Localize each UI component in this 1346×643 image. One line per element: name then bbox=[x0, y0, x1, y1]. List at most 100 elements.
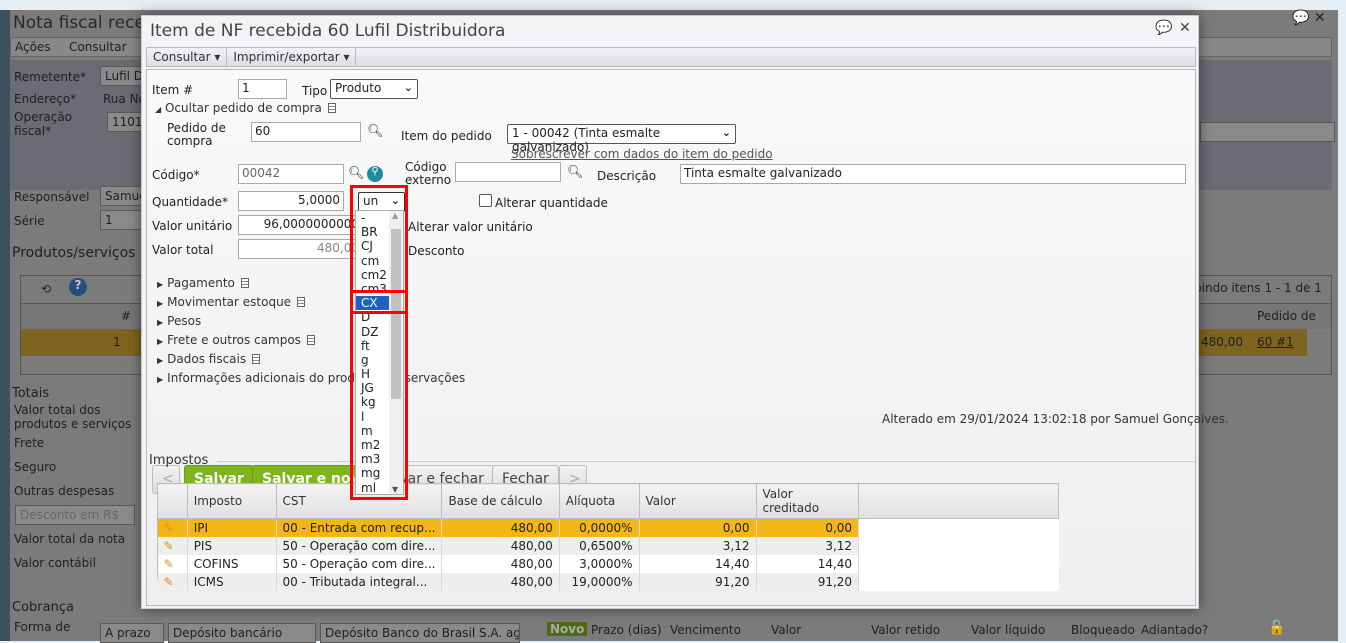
col-valor[interactable]: Valor bbox=[638, 483, 757, 519]
novo-button[interactable]: Novo bbox=[547, 622, 588, 636]
search-icon[interactable]: 🔍︎ bbox=[367, 124, 384, 139]
scrollbar[interactable]: ▲ ▼ bbox=[389, 211, 403, 494]
codigo-externo-input[interactable] bbox=[455, 162, 561, 182]
col-bloqueado: Bloqueado bbox=[1071, 623, 1135, 637]
endereco-label: Endereço* bbox=[14, 92, 77, 106]
menu-acoes[interactable]: Ações bbox=[15, 40, 51, 54]
table-row[interactable]: ✎ COFINS 50 - Operação com dire... 480,00 3,… bbox=[157, 554, 1059, 573]
impostos-title: Impostos bbox=[149, 453, 209, 468]
search-icon[interactable]: 🔍︎ bbox=[348, 166, 365, 181]
col-valor-creditado[interactable]: Valor creditado bbox=[755, 483, 860, 519]
codigo-externo-label: Código externo bbox=[405, 160, 452, 187]
chat-icon[interactable]: 💬 bbox=[1155, 20, 1172, 36]
table-cell: 3,12 bbox=[756, 536, 860, 555]
table-cell: 0,6500% bbox=[559, 536, 640, 555]
item-label: Item # bbox=[152, 83, 194, 97]
highlight-box-cx bbox=[350, 290, 408, 314]
table-cell: 0,00 bbox=[639, 518, 757, 537]
pedido-input[interactable]: 60 bbox=[251, 122, 361, 142]
edit-icon[interactable]: ✎ bbox=[157, 536, 188, 555]
help-icon[interactable]: ? bbox=[69, 278, 87, 296]
remetente-label: Remetente* bbox=[14, 70, 87, 84]
table-cell: 0,00 bbox=[756, 518, 860, 537]
section-dados-fiscais[interactable]: ▶ Dados fiscais bbox=[157, 352, 261, 366]
desconto-select[interactable]: Desconto em R$ bbox=[15, 505, 135, 525]
table-cell: 14,40 bbox=[639, 554, 757, 573]
item-input[interactable]: 1 bbox=[238, 79, 287, 99]
produtos-title: Produtos/serviços bbox=[12, 245, 136, 261]
codigo-input[interactable]: 00042 bbox=[238, 164, 344, 184]
sobrescrever-link[interactable]: Sobrescrever com dados do item do pedido bbox=[511, 147, 773, 161]
col-adiantado: Adiantado? bbox=[1141, 623, 1209, 637]
tipo-select[interactable]: Produto ⌄ bbox=[330, 79, 418, 99]
col-valor-liquido: Valor líquido bbox=[971, 623, 1046, 637]
row-num: 1 bbox=[113, 335, 121, 349]
table-cell: 14,40 bbox=[756, 554, 860, 573]
alterar-quantidade-label: Alterar quantidade bbox=[495, 196, 608, 210]
descricao-input[interactable]: Tinta esmalte galvanizado bbox=[680, 164, 1186, 184]
table-row[interactable]: ✎ PIS 50 - Operação com dire... 480,00 0,650… bbox=[157, 536, 1059, 555]
search-icon[interactable]: 🔍︎ bbox=[567, 165, 584, 180]
col-pedido[interactable]: Pedido de bbox=[1257, 309, 1316, 323]
col-valor: Valor bbox=[771, 623, 802, 637]
edit-icon[interactable]: ✎ bbox=[157, 554, 188, 573]
item-pedido-select[interactable]: 1 - 00042 (Tinta esmalte galvanizado) ⌄ bbox=[507, 124, 736, 154]
table-cell: IPI bbox=[187, 518, 277, 537]
valor-unitario-input[interactable]: 96,0000000000 bbox=[238, 215, 363, 235]
menu-consultar[interactable]: Consultar bbox=[69, 40, 127, 54]
valor-total-input: 480,00 bbox=[238, 239, 363, 259]
col-base[interactable]: Base de cálculo bbox=[441, 483, 560, 519]
table-cell: 00 - Entrada com recup... bbox=[276, 518, 443, 537]
modal-toolbar: Consultar ▾ Imprimir/exportar ▾ bbox=[146, 47, 1196, 67]
edit-icon[interactable]: ✎ bbox=[157, 518, 188, 537]
alterar-quantidade-checkbox[interactable] bbox=[479, 194, 492, 207]
tipo-select[interactable]: Depósito bancário bbox=[168, 623, 316, 643]
col-aliquota[interactable]: Alíquota bbox=[558, 483, 640, 519]
menu-imprimir-exportar[interactable]: Imprimir/exportar ▾ bbox=[227, 48, 357, 66]
ocultar-pedido-toggle[interactable]: ◢ Ocultar pedido de compra bbox=[155, 101, 336, 115]
table-cell: PIS bbox=[187, 536, 277, 555]
section-informacoes-adicionais[interactable]: ▶ Informações adicionais do produto e obs… bbox=[157, 371, 465, 385]
totais-item: Valor total dos produtos e serviços bbox=[14, 403, 132, 431]
section-pagamento[interactable]: ▶ Pagamento bbox=[157, 276, 249, 290]
section-pesos[interactable]: ▶ Pesos bbox=[157, 314, 201, 328]
valor-total-label: Valor total bbox=[152, 243, 214, 257]
table-row[interactable]: ✎ ICMS 00 - Tributada integral... 480,00 19,… bbox=[157, 572, 1059, 591]
chat-icon[interactable]: 💬 ✕ bbox=[1292, 10, 1326, 26]
table-cell: ICMS bbox=[187, 572, 277, 591]
forma-select[interactable]: A prazo bbox=[100, 623, 164, 643]
refresh-icon[interactable]: ⟲ bbox=[41, 282, 51, 296]
table-cell: 00 - Tributada integral... bbox=[276, 572, 443, 591]
operacao-label: Operação fiscal* bbox=[14, 110, 73, 138]
col-num[interactable]: # bbox=[121, 309, 131, 323]
row-pedido-link[interactable]: 60 #1 bbox=[1257, 335, 1294, 349]
conta-select[interactable]: Depósito Banco do Brasil S.A. ag bbox=[320, 623, 520, 643]
col-imposto[interactable]: Imposto bbox=[186, 483, 277, 519]
background-field[interactable] bbox=[1200, 122, 1335, 142]
unit-dropdown-list[interactable]: ▲ ▼ - BR CJ cm cm2 cm3 CX D DZ ft g H JG kg l m m2 m3 mg ml bbox=[355, 210, 404, 495]
pedido-label: Pedido de compra bbox=[167, 121, 226, 148]
col-valor-retido: Valor retido bbox=[871, 623, 941, 637]
doc-icon bbox=[327, 103, 336, 113]
table-row[interactable]: ✎ IPI 00 - Entrada com recup... 480,00 0,000… bbox=[157, 518, 1059, 537]
menu-consultar[interactable]: Consultar ▾ bbox=[147, 48, 228, 66]
table-cell: 480,00 bbox=[441, 536, 560, 555]
lock-icon[interactable]: 🔓 bbox=[1268, 620, 1285, 636]
table-cell: 50 - Operação com dire... bbox=[276, 554, 443, 573]
totais-title: Totais bbox=[12, 386, 50, 401]
edit-icon[interactable]: ✎ bbox=[157, 572, 188, 591]
col-vencimento: Vencimento bbox=[670, 623, 741, 637]
table-cell: 480,00 bbox=[441, 518, 560, 537]
col-prazo: Prazo (dias) bbox=[591, 623, 662, 637]
desconto-label: Desconto bbox=[408, 244, 465, 258]
codigo-label: Código* bbox=[152, 168, 200, 182]
lookup-icon[interactable]: ⚲ bbox=[367, 166, 383, 182]
totais-item: Outras despesas bbox=[14, 484, 115, 498]
quantidade-input[interactable]: 5,0000 bbox=[238, 191, 344, 211]
section-movimentar-estoque[interactable]: ▶ Movimentar estoque bbox=[157, 295, 306, 309]
modal-content: Item # 1 Tipo Produto ⌄ ◢ Ocultar pedido … bbox=[146, 69, 1229, 606]
triangle-icon: ◢ bbox=[155, 105, 162, 114]
close-icon[interactable]: ✕ bbox=[1179, 20, 1191, 36]
section-frete[interactable]: ▶ Frete e outros campos bbox=[157, 333, 315, 347]
alterar-valor-unitario-label[interactable]: Alterar valor unitário bbox=[408, 220, 533, 234]
